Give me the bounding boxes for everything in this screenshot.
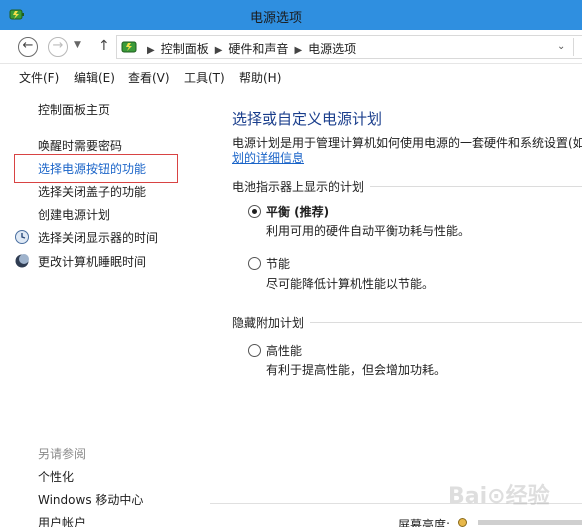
address-dropdown-icon[interactable]: ⌄ — [557, 41, 565, 52]
up-arrow-icon[interactable]: ↑ — [98, 38, 110, 54]
breadcrumb: ▶ 控制面板 ▶ 硬件和声音 ▶ 电源选项 — [141, 40, 356, 57]
sidebar-item-create-plan[interactable]: 创建电源计划 — [38, 206, 110, 223]
plan-balanced-name[interactable]: 平衡 (推荐) — [266, 203, 329, 220]
sidebar-item-lid-close[interactable]: 选择关闭盖子的功能 — [38, 183, 146, 200]
see-also-personalization[interactable]: 个性化 — [38, 468, 74, 485]
hidden-plans-header[interactable]: 隐藏附加计划 — [232, 314, 304, 331]
plan-high-performance-name[interactable]: 高性能 — [266, 342, 302, 359]
see-also-user-accounts[interactable]: 用户帐户 — [38, 514, 86, 527]
brightness-label: 屏幕亮度: — [398, 518, 451, 527]
page-title: 选择或自定义电源计划 — [232, 110, 383, 128]
breadcrumb-power-options[interactable]: 电源选项 — [308, 42, 356, 56]
sidebar-control-panel-home[interactable]: 控制面板主页 — [38, 101, 110, 118]
sidebar-item-display-off[interactable]: 选择关闭显示器的时间 — [38, 229, 158, 246]
address-divider — [573, 38, 574, 56]
breadcrumb-separator-icon: ▶ — [294, 45, 303, 56]
breadcrumb-hardware-sound[interactable]: 硬件和声音 — [228, 42, 288, 56]
high-performance-radio[interactable] — [248, 344, 261, 357]
recent-pages-dropdown-icon[interactable]: ▼ — [74, 40, 81, 50]
menu-edit[interactable]: 编辑(E) — [74, 69, 115, 86]
sidebar-item-require-password[interactable]: 唤醒时需要密码 — [38, 137, 122, 154]
back-button[interactable]: ← — [18, 37, 38, 57]
battery-plans-header: 电池指示器上显示的计划 — [232, 180, 365, 194]
main-content: 选择或自定义电源计划 电源计划是用于管理计算机如何使用电源的一套硬件和系统设置(… — [210, 88, 582, 527]
menu-tools[interactable]: 工具(T) — [184, 69, 225, 86]
menu-bar: 文件(F) 编辑(E) 查看(V) 工具(T) 帮助(H) — [0, 64, 582, 88]
watermark: Bai⊙经验 — [448, 484, 550, 509]
plan-high-performance-desc: 有利于提高性能，但会增加功耗。 — [266, 363, 447, 377]
group-divider — [370, 186, 582, 187]
balanced-radio[interactable] — [248, 205, 261, 218]
brightness-slider[interactable] — [478, 520, 582, 525]
plan-power-saver-name[interactable]: 节能 — [266, 255, 290, 272]
control-panel-icon — [121, 41, 137, 53]
highlight-box — [14, 154, 178, 183]
brightness-sun-icon — [458, 518, 467, 527]
plan-details-link[interactable]: 划的详细信息 — [232, 149, 304, 166]
address-bar[interactable]: ▶ 控制面板 ▶ 硬件和声音 ▶ 电源选项 ⌄ — [116, 35, 582, 59]
title-bar: 电源选项 — [0, 0, 582, 30]
menu-file[interactable]: 文件(F) — [19, 69, 59, 86]
see-also-heading: 另请参阅 — [38, 447, 87, 461]
breadcrumb-control-panel[interactable]: 控制面板 — [161, 42, 209, 56]
plan-balanced-desc: 利用可用的硬件自动平衡功耗与性能。 — [266, 224, 471, 238]
menu-view[interactable]: 查看(V) — [128, 69, 170, 86]
power-saver-radio[interactable] — [248, 257, 261, 270]
window-title: 电源选项 — [250, 11, 303, 26]
menu-help[interactable]: 帮助(H) — [239, 69, 281, 86]
sleep-moon-icon — [15, 254, 29, 268]
address-row: ← → ▼ ↑ ▶ 控制面板 ▶ 硬件和声音 ▶ 电源选项 ⌄ — [0, 30, 582, 64]
monitor-clock-icon — [15, 230, 29, 244]
plan-power-saver-desc: 尽可能降低计算机性能以节能。 — [266, 277, 435, 291]
sidebar-item-sleep-time[interactable]: 更改计算机睡眠时间 — [38, 253, 146, 270]
see-also-mobility-center[interactable]: Windows 移动中心 — [38, 491, 143, 508]
breadcrumb-separator-icon: ▶ — [147, 45, 155, 56]
breadcrumb-separator-icon: ▶ — [214, 45, 223, 56]
group-divider — [310, 322, 582, 323]
forward-button[interactable]: → — [48, 37, 68, 57]
